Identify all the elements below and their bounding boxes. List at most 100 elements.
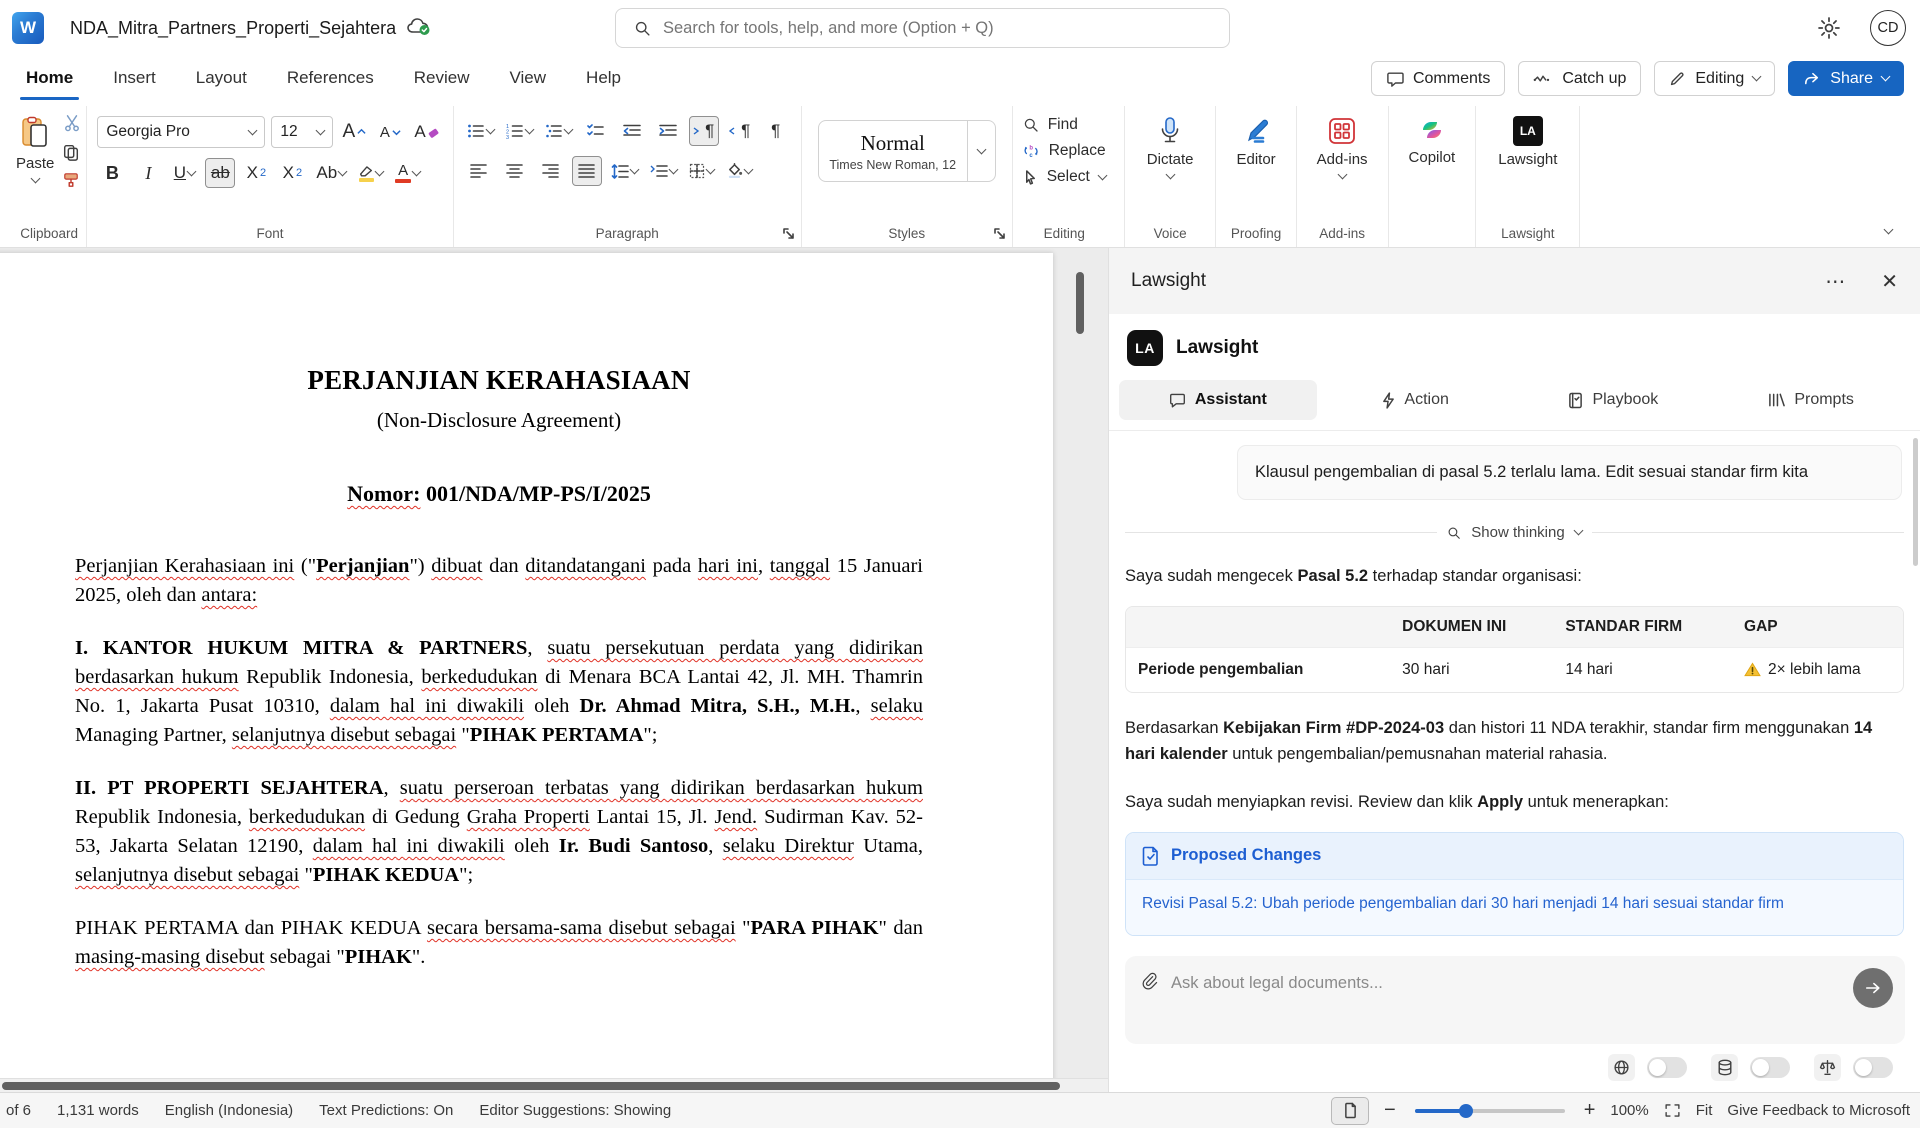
addins-button[interactable]: Add-ins [1317,116,1368,180]
bold-button[interactable]: B [97,158,127,188]
tab-review[interactable]: Review [400,59,484,97]
word-app-icon[interactable]: W [12,12,44,44]
search-input[interactable]: Search for tools, help, and more (Option… [615,8,1230,48]
tab-layout[interactable]: Layout [182,59,261,97]
scales-toggle[interactable] [1853,1057,1893,1078]
zoom-in-button[interactable]: + [1584,1099,1596,1122]
panel-close-icon[interactable]: ✕ [1881,269,1898,294]
highlight-color-button[interactable] [355,158,386,188]
fit-button[interactable]: Fit [1696,1102,1713,1119]
ltr-paragraph-button[interactable]: ¶ [689,116,719,146]
proposed-revision-item[interactable]: Revisi Pasal 5.2: Ubah periode pengembal… [1126,879,1903,935]
align-right-button[interactable] [536,156,566,186]
align-left-button[interactable] [464,156,494,186]
dictate-button[interactable]: Dictate [1147,116,1194,180]
justify-button[interactable] [572,156,602,186]
editing-mode-button[interactable]: Editing [1654,61,1775,96]
tab-references[interactable]: References [273,59,388,97]
paragraph-indent-button[interactable] [647,156,680,186]
word-count[interactable]: 1,131 words [57,1102,139,1119]
find-button[interactable]: Find [1023,116,1106,134]
share-button[interactable]: Share [1788,61,1904,96]
line-spacing-button[interactable] [608,156,641,186]
print-layout-view-button[interactable] [1331,1097,1369,1125]
doc-heading-number: Nomor: 001/NDA/MP-PS/I/2025 [75,481,923,507]
zoom-out-button[interactable]: − [1384,1099,1396,1122]
lawsight-ribbon-button[interactable]: LA Lawsight [1498,116,1557,168]
text-effects-button[interactable]: Ab [313,158,349,188]
catch-up-button[interactable]: Catch up [1518,61,1641,96]
multilevel-list-button[interactable] [542,116,575,146]
replace-button[interactable]: bc Replace [1023,142,1106,160]
account-avatar[interactable]: CD [1870,10,1906,46]
text-predictions[interactable]: Text Predictions: On [319,1102,453,1119]
tab-help[interactable]: Help [572,59,635,97]
scales-icon[interactable] [1814,1054,1841,1081]
feedback-link[interactable]: Give Feedback to Microsoft [1727,1102,1910,1119]
copilot-button[interactable]: Copilot [1409,116,1456,166]
show-paragraph-marks-button[interactable]: ¶ [761,116,791,146]
document-vertical-scrollbar[interactable] [1076,268,1084,1048]
font-size-select[interactable]: 12 [271,116,333,148]
database-icon[interactable] [1711,1054,1738,1081]
tab-prompts[interactable]: Prompts [1712,380,1910,420]
zoom-slider[interactable] [1415,1109,1565,1113]
tab-view[interactable]: View [496,59,561,97]
panel-scrollbar[interactable] [1913,438,1918,566]
shading-button[interactable] [723,156,755,186]
font-name-select[interactable]: Georgia Pro [97,116,265,148]
borders-button[interactable] [686,156,717,186]
editor-button[interactable]: Editor [1236,116,1275,168]
format-painter-icon[interactable] [62,172,80,188]
zoom-level[interactable]: 100% [1610,1102,1648,1119]
comments-button[interactable]: Comments [1371,61,1505,96]
language-indicator[interactable]: English (Indonesia) [165,1102,293,1119]
superscript-button[interactable]: X2 [277,158,307,188]
font-color-button[interactable]: A [392,158,423,188]
document-page[interactable]: PERJANJIAN KERAHASIAAN (Non-Disclosure A… [0,253,1053,1092]
web-globe-icon[interactable] [1608,1054,1635,1081]
document-title[interactable]: NDA_Mitra_Partners_Properti_Sejahtera [70,18,396,39]
editor-suggestions[interactable]: Editor Suggestions: Showing [479,1102,671,1119]
tab-assistant[interactable]: Assistant [1119,380,1317,420]
styles-gallery-chevron[interactable] [968,120,996,182]
chat-input[interactable]: Ask about legal documents... [1125,956,1905,1044]
strikethrough-button[interactable]: ab [205,158,235,188]
increase-indent-button[interactable] [653,116,683,146]
thinking-magnifier-icon [1447,526,1461,540]
tab-home[interactable]: Home [12,59,87,97]
paragraph-dialog-launcher-icon[interactable] [782,227,795,240]
paste-button[interactable]: Paste [16,116,54,188]
cut-icon[interactable] [62,114,82,132]
gear-icon[interactable] [1816,15,1842,41]
clear-formatting-button[interactable]: A [411,117,442,147]
paperclip-icon[interactable] [1141,972,1160,992]
shrink-font-button[interactable]: A [375,117,405,147]
web-toggle[interactable] [1647,1057,1687,1078]
send-button[interactable] [1853,968,1893,1008]
bullets-button[interactable] [464,116,497,146]
underline-button[interactable]: U [169,158,199,188]
grow-font-button[interactable]: A [339,117,369,147]
page-indicator[interactable]: of 6 [6,1102,31,1119]
subscript-button[interactable]: X2 [241,158,271,188]
select-button[interactable]: Select [1023,168,1106,186]
copy-icon[interactable] [62,143,80,161]
show-thinking-row[interactable]: Show thinking [1125,524,1904,541]
tab-playbook[interactable]: Playbook [1515,380,1713,420]
document-horizontal-scrollbar[interactable] [0,1078,1108,1092]
style-normal-card[interactable]: Normal Times New Roman, 12 [818,120,968,182]
panel-more-icon[interactable]: ⋯ [1825,269,1847,294]
styles-dialog-launcher-icon[interactable] [993,227,1006,240]
database-toggle[interactable] [1750,1057,1790,1078]
tab-action[interactable]: Action [1317,380,1515,420]
proposed-changes-header[interactable]: Proposed Changes [1126,833,1903,879]
numbering-button[interactable]: 123 [503,116,536,146]
align-center-button[interactable] [500,156,530,186]
checklist-button[interactable] [581,116,611,146]
tab-insert[interactable]: Insert [99,59,170,97]
doc-paragraph: II. PT PROPERTI SEJAHTERA, suatu persero… [75,774,923,890]
italic-button[interactable]: I [133,158,163,188]
decrease-indent-button[interactable] [617,116,647,146]
rtl-paragraph-button[interactable]: ¶ [725,116,755,146]
